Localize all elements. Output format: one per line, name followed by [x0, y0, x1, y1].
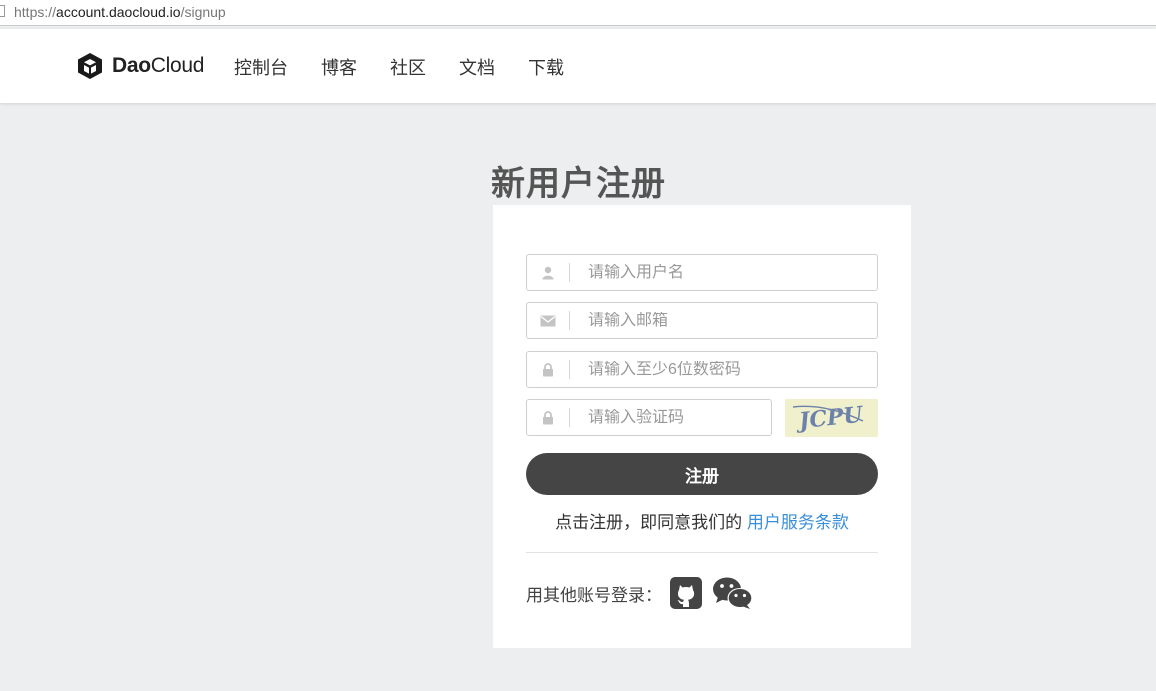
- captcha-input[interactable]: [588, 408, 758, 427]
- captcha-image[interactable]: JCPU: [785, 399, 878, 437]
- browser-address-bar[interactable]: https://account.daocloud.io/signup: [0, 0, 1156, 26]
- lock-icon: [527, 352, 569, 387]
- agreement-prefix: 点击注册，即同意我们的: [555, 513, 743, 532]
- terms-of-service-link[interactable]: 用户服务条款: [747, 513, 849, 532]
- email-field[interactable]: [526, 302, 878, 339]
- github-login-button[interactable]: [670, 577, 702, 609]
- github-icon: [670, 577, 702, 609]
- page-title: 新用户注册: [491, 165, 666, 203]
- envelope-icon: [527, 303, 569, 338]
- url-scheme: https://: [14, 4, 57, 20]
- top-navbar: DaoCloud 控制台 博客 社区 文档 下载: [0, 29, 1156, 103]
- url-path: /signup: [180, 4, 226, 20]
- username-field[interactable]: [526, 254, 878, 291]
- nav-blog[interactable]: 博客: [321, 54, 357, 80]
- page-icon: [0, 5, 5, 17]
- wechat-icon: [713, 577, 753, 609]
- field-separator: [569, 360, 570, 379]
- nav-community[interactable]: 社区: [390, 54, 426, 80]
- brand-name-light: Cloud: [150, 54, 205, 77]
- field-separator: [569, 263, 570, 282]
- user-icon: [527, 255, 569, 290]
- nav-download[interactable]: 下载: [528, 54, 564, 80]
- daocloud-cube-logo-icon: [78, 53, 102, 79]
- username-input[interactable]: [588, 263, 848, 282]
- agreement-text: 点击注册，即同意我们的 用户服务条款: [493, 508, 911, 533]
- email-input[interactable]: [588, 311, 848, 330]
- wechat-login-button[interactable]: [712, 576, 754, 610]
- daocloud-logo[interactable]: DaoCloud: [76, 51, 204, 81]
- url-text[interactable]: https://account.daocloud.io/signup: [14, 4, 226, 20]
- nav-docs[interactable]: 文档: [459, 54, 495, 80]
- field-separator: [569, 311, 570, 330]
- lock-icon: [527, 400, 569, 435]
- main-nav: 控制台 博客 社区 文档 下载: [234, 54, 597, 80]
- social-login: 用其他账号登录：: [526, 576, 754, 610]
- captcha-field[interactable]: [526, 399, 772, 436]
- divider: [526, 552, 878, 553]
- brand-name: DaoCloud: [112, 54, 204, 78]
- url-host: account.daocloud.io: [56, 4, 181, 20]
- social-login-label: 用其他账号登录：: [526, 585, 662, 605]
- signup-card: JCPU 注册 点击注册，即同意我们的 用户服务条款 用其他账号登录：: [493, 205, 911, 648]
- password-input[interactable]: [588, 360, 848, 379]
- field-separator: [569, 408, 570, 427]
- register-button[interactable]: 注册: [526, 453, 878, 495]
- password-field[interactable]: [526, 351, 878, 388]
- brand-name-bold: Dao: [112, 54, 151, 77]
- nav-console[interactable]: 控制台: [234, 54, 288, 80]
